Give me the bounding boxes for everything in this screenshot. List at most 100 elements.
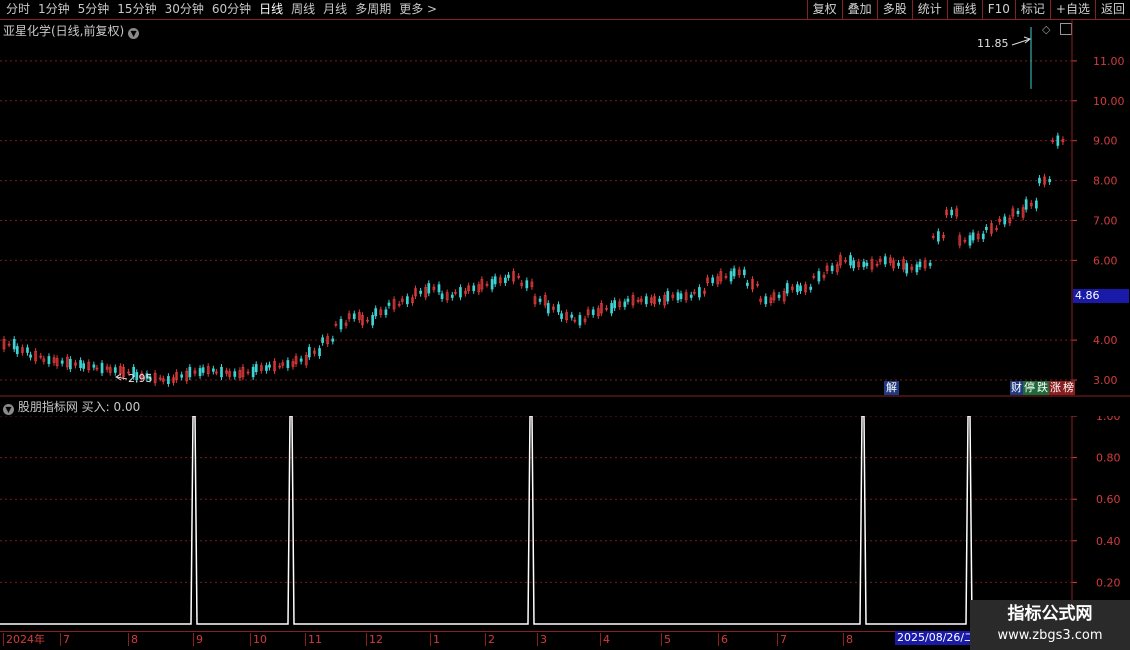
- candle-body: [809, 286, 813, 290]
- candle-body: [254, 364, 258, 373]
- candle-body: [211, 368, 215, 372]
- candle-body: [1056, 135, 1060, 146]
- candle-body: [1035, 200, 1038, 209]
- candle-body: [546, 303, 550, 314]
- candle-body: [981, 233, 985, 240]
- candle-body: [746, 282, 749, 286]
- candle-body: [971, 232, 975, 241]
- indicator-tick-label: 1.00: [1096, 416, 1121, 423]
- candle-body: [233, 371, 237, 377]
- toolbar-button-5[interactable]: F10: [981, 0, 1015, 19]
- date-label: 11: [305, 633, 322, 646]
- toolbar-button-7[interactable]: +自选: [1049, 0, 1095, 19]
- candle-body: [60, 360, 64, 364]
- candle-body: [419, 290, 422, 294]
- candle-body: [198, 368, 202, 376]
- candle-body: [493, 276, 497, 285]
- zhang-badge[interactable]: 涨: [1049, 381, 1062, 395]
- date-label: 1: [430, 633, 440, 646]
- candle-body: [321, 337, 324, 343]
- date-label: 7: [60, 633, 70, 646]
- price-tick-label: 3.00: [1093, 374, 1118, 387]
- ting-badge[interactable]: 停: [1023, 381, 1036, 395]
- candle-body: [352, 313, 356, 319]
- date-label: 8: [128, 633, 138, 646]
- candle-body: [318, 348, 321, 357]
- candle-body: [299, 358, 303, 362]
- candle-body: [1048, 179, 1052, 183]
- candle-body: [371, 315, 374, 326]
- candle-body: [578, 315, 582, 326]
- candle-body: [689, 294, 693, 298]
- bang-badge[interactable]: 榜: [1062, 381, 1075, 395]
- indicator-chart: 1.00 0.80 0.60 0.40 0.20: [0, 416, 1121, 631]
- date-label: 9: [193, 633, 203, 646]
- current-price-box: 4.86: [1073, 289, 1129, 303]
- toolbar-button-0[interactable]: 复权: [806, 0, 842, 19]
- toolbar-button-8[interactable]: 返回: [1094, 0, 1130, 19]
- candle-body: [666, 291, 670, 302]
- date-label: 10: [250, 633, 267, 646]
- candle-body: [525, 280, 529, 289]
- chevron-down-icon[interactable]: ▼: [3, 404, 14, 415]
- candle-body: [785, 283, 789, 294]
- candle-body: [387, 302, 391, 306]
- period-tab-7[interactable]: 周线: [287, 2, 319, 17]
- period-tab-5[interactable]: 60分钟: [208, 2, 255, 17]
- watermark: 指标公式网 www.zbgs3.com: [970, 600, 1130, 650]
- period-tab-4[interactable]: 30分钟: [161, 2, 208, 17]
- toolbar-button-1[interactable]: 叠加: [841, 0, 877, 19]
- candle-body: [331, 338, 335, 342]
- candle-body: [472, 285, 476, 292]
- candle-body: [862, 261, 866, 268]
- indicator-tick-label: 0.60: [1096, 493, 1121, 506]
- period-tab-3[interactable]: 15分钟: [113, 2, 160, 17]
- period-tab-6[interactable]: 日线: [255, 2, 287, 17]
- candle-body: [47, 356, 51, 365]
- candle-body: [610, 303, 613, 314]
- date-label: 6: [718, 633, 728, 646]
- price-chart: 11.00 10.00 9.00 8.00 7.00 6.00 4.00 3.00: [0, 19, 1130, 397]
- candle-body: [440, 293, 444, 300]
- buy-signal-line: [0, 416, 1072, 625]
- die-badge[interactable]: 跌: [1036, 381, 1049, 395]
- period-tab-8[interactable]: 月线: [319, 2, 351, 17]
- period-tab-10[interactable]: 更多 >: [395, 2, 441, 17]
- date-label: 3: [537, 633, 547, 646]
- candle-body: [1024, 199, 1028, 210]
- candle-body: [883, 256, 887, 265]
- period-tab-2[interactable]: 5分钟: [74, 2, 114, 17]
- badge-group: 财 停 跌 涨 榜: [1010, 381, 1075, 395]
- date-label: 5: [661, 633, 671, 646]
- candle-body: [658, 298, 661, 302]
- candle-body: [937, 231, 940, 242]
- toolbar-button-3[interactable]: 统计: [911, 0, 947, 19]
- date-label: 2024年: [3, 633, 45, 646]
- price-tick-label: 11.00: [1093, 55, 1125, 68]
- toolbar-button-4[interactable]: 画线: [946, 0, 982, 19]
- toolbar: 分时 1分钟 5分钟 15分钟 30分钟 60分钟 日线 周线 月线 多周期 更多 > 复权 叠加 多股…: [0, 0, 1130, 20]
- candle-body: [15, 346, 19, 355]
- candle-body: [69, 358, 72, 370]
- cai-badge[interactable]: 财: [1010, 381, 1023, 395]
- indicator-header: ▼ 股朋指标网 买入: 0.00: [3, 398, 140, 415]
- candle-body: [711, 277, 715, 284]
- candle-body: [698, 287, 701, 298]
- period-tab-0[interactable]: 分时: [2, 2, 34, 17]
- candle-body: [374, 308, 378, 317]
- watermark-url: www.zbgs3.com: [997, 628, 1103, 643]
- toolbar-button-2[interactable]: 多股: [876, 0, 912, 19]
- period-tab-1[interactable]: 1分钟: [34, 2, 74, 17]
- cursor-date: 2025/08/26/二: [895, 631, 978, 645]
- toolbar-button-6[interactable]: 标记: [1014, 0, 1050, 19]
- jie-badge[interactable]: 解: [884, 381, 899, 395]
- toolbar-buttons: 复权 叠加 多股 统计 画线 F10 标记 +自选 返回: [806, 0, 1130, 19]
- candle-body: [852, 260, 855, 269]
- date-label: 8: [843, 633, 853, 646]
- candle-body: [950, 209, 953, 216]
- candle-body: [626, 298, 630, 302]
- candle-body: [504, 277, 507, 284]
- candle-body: [613, 300, 617, 309]
- period-tab-9[interactable]: 多周期: [351, 2, 395, 17]
- candle-body: [570, 314, 574, 318]
